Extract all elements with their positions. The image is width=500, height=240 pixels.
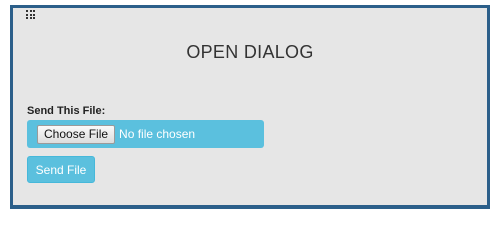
file-field-label: Send This File: <box>27 105 106 117</box>
grid-menu-icon[interactable] <box>26 10 35 19</box>
send-file-button[interactable]: Send File <box>27 156 95 183</box>
choose-file-button[interactable]: Choose File <box>37 124 116 144</box>
file-status-text: No file chosen <box>119 127 196 141</box>
dialog-title: OPEN DIALOG <box>186 42 314 62</box>
open-dialog: OPEN DIALOG Send This File: Choose File … <box>10 5 490 209</box>
file-input[interactable]: Choose File No file chosen <box>27 120 264 148</box>
